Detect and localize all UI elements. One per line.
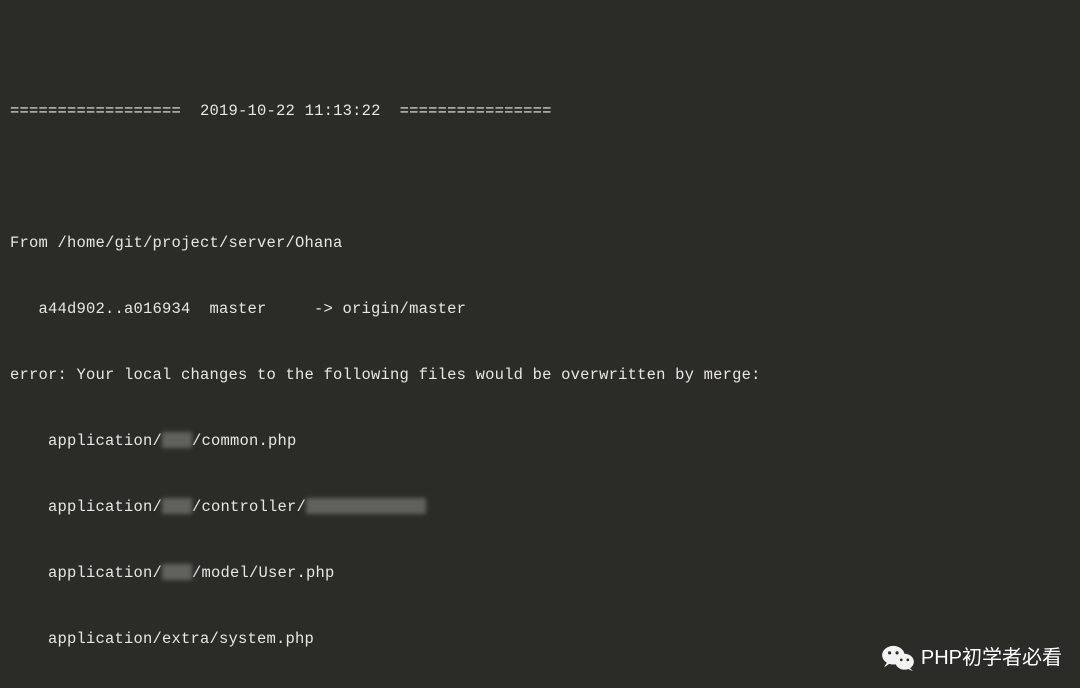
timestamp: 2019-10-22 11:13:22 [200,102,381,120]
file-line: application/extra/system.php [10,628,1070,650]
sep-right: ================ [400,102,552,120]
separator-line: ================== 2019-10-22 11:13:22 =… [10,100,1070,122]
file-line: application/ /model/User.php [10,562,1070,584]
ref-update-line: a44d902..a016934 master -> origin/master [10,298,1070,320]
file-prefix: application/ [10,498,162,516]
redacted-segment [162,432,192,448]
file-prefix: application/ [10,564,162,582]
file-line: application/ /controller/ [10,496,1070,518]
file-suffix: /model/User.php [192,564,335,582]
blank-line [10,166,1070,188]
from-line: From /home/git/project/server/Ohana [10,232,1070,254]
file-suffix: /controller/ [192,498,306,516]
redacted-segment [162,564,192,580]
terminal-output: ================== 2019-10-22 11:13:22 =… [10,12,1070,688]
file-line: application/ /common.php [10,430,1070,452]
file-suffix: /common.php [192,432,297,450]
file-prefix: application/ [10,432,162,450]
redacted-segment [306,498,426,514]
sep-left: ================== [10,102,181,120]
error-line: error: Your local changes to the followi… [10,364,1070,386]
redacted-segment [162,498,192,514]
